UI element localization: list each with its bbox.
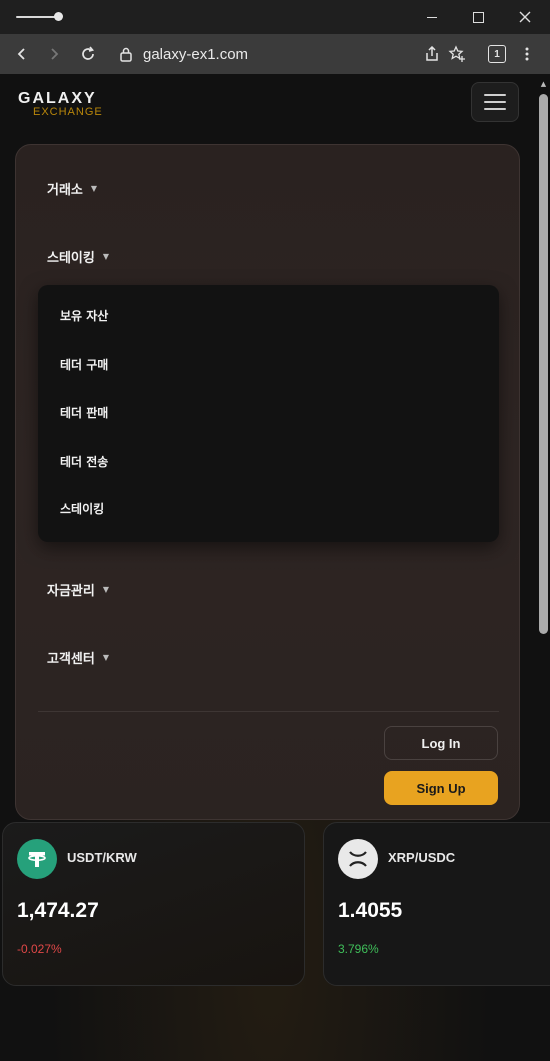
forward-arrow-icon (51, 48, 59, 60)
reload-icon (82, 46, 94, 60)
forward-button[interactable] (42, 42, 66, 66)
reload-button[interactable] (76, 42, 100, 66)
nav-menu-panel: 거래소 ▼ 스테이킹 ▼ 보유 자산 테더 구매 테더 판매 테더 전송 스테이… (15, 144, 520, 820)
slider-track (16, 16, 58, 18)
submenu-item-staking[interactable]: 스테이킹 (60, 498, 104, 518)
caret-down-icon: ▼ (102, 251, 109, 261)
hamburger-line (484, 108, 506, 110)
minimize-button[interactable] (420, 5, 444, 29)
tab-count-button[interactable]: 1 (488, 45, 506, 63)
menu-item-label: 고객센터 (47, 651, 95, 667)
star-add-icon (448, 45, 465, 62)
hamburger-menu-button[interactable] (471, 82, 519, 122)
slider-knob[interactable] (54, 12, 63, 21)
window-titlebar (0, 0, 550, 34)
menu-item-label: 스테이킹 (47, 250, 95, 266)
ticker-card-xrp-usdc[interactable]: XRP/USDC 1.4055 3.796% (323, 822, 550, 986)
ticker-change: 3.796% (338, 942, 379, 956)
hamburger-line (484, 94, 506, 96)
menu-divider (38, 711, 499, 712)
back-button[interactable] (10, 42, 34, 66)
signup-button[interactable]: Sign Up (384, 771, 498, 805)
share-icon (426, 46, 438, 61)
menu-item-label: 거래소 (47, 182, 83, 198)
staking-submenu: 보유 자산 테더 구매 테더 판매 테더 전송 스테이킹 (38, 285, 499, 542)
menu-item-funds[interactable]: 자금관리 ▼ (47, 578, 109, 600)
menu-item-label: 자금관리 (47, 583, 95, 599)
submenu-item-assets[interactable]: 보유 자산 (60, 305, 108, 325)
url-field[interactable]: galaxy-ex1.com (143, 43, 248, 65)
scroll-up-arrow[interactable]: ▲ (539, 80, 548, 89)
ticker-price: 1.4055 (338, 899, 403, 922)
ticker-price: 1,474.27 (17, 899, 99, 922)
close-icon (519, 11, 531, 23)
maximize-button[interactable] (466, 5, 490, 29)
share-button[interactable] (420, 42, 444, 66)
zoom-slider[interactable] (16, 12, 63, 21)
hamburger-line (484, 101, 506, 103)
caret-down-icon: ▼ (102, 652, 109, 662)
ticker-pair: USDT/KRW (67, 850, 137, 865)
menu-item-support[interactable]: 고객센터 ▼ (47, 646, 109, 668)
xrp-icon (338, 839, 378, 879)
scrollbar-thumb[interactable] (539, 94, 548, 634)
lock-icon (120, 47, 132, 62)
submenu-item-send-tether[interactable]: 테더 전송 (60, 451, 108, 471)
menu-item-staking[interactable]: 스테이킹 ▼ (47, 245, 109, 267)
caret-down-icon: ▼ (90, 183, 98, 193)
submenu-item-sell-tether[interactable]: 테더 판매 (60, 402, 108, 422)
back-arrow-icon (17, 48, 25, 60)
more-menu-button[interactable] (515, 42, 539, 66)
tether-icon (17, 839, 57, 879)
kebab-menu-icon (525, 47, 529, 61)
bookmark-button[interactable] (445, 42, 469, 66)
caret-down-icon: ▼ (102, 584, 109, 594)
ticker-change: -0.027% (17, 942, 62, 956)
menu-item-exchange[interactable]: 거래소 ▼ (47, 177, 97, 199)
login-button[interactable]: Log In (384, 726, 498, 760)
logo-sub-text: EXCHANGE (33, 106, 103, 118)
ticker-pair: XRP/USDC (388, 850, 456, 865)
close-button[interactable] (513, 5, 537, 29)
submenu-item-buy-tether[interactable]: 테더 구매 (60, 354, 108, 374)
site-logo[interactable]: GALAXY EXCHANGE (18, 90, 108, 120)
ticker-card-usdt-krw[interactable]: USDT/KRW 1,474.27 -0.027% (2, 822, 305, 986)
browser-toolbar: galaxy-ex1.com 1 (0, 34, 550, 74)
